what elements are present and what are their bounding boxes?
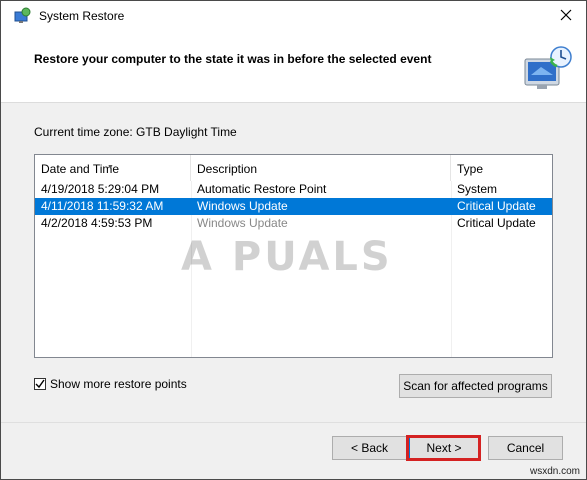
close-icon — [560, 9, 572, 24]
window-title: System Restore — [39, 9, 125, 23]
scan-affected-programs-button[interactable]: Scan for affected programs — [399, 374, 552, 398]
title-bar: System Restore — [1, 1, 586, 31]
next-highlight-box — [406, 435, 481, 461]
show-more-label: Show more restore points — [50, 377, 187, 391]
column-type-label: Type — [457, 162, 484, 176]
checkbox-box[interactable] — [34, 378, 46, 390]
back-button[interactable]: < Back — [332, 436, 407, 460]
site-watermark: wsxdn.com — [529, 466, 580, 477]
row-description: Automatic Restore Point — [197, 182, 327, 196]
column-type[interactable]: Type — [451, 155, 552, 181]
column-date-time[interactable]: Date and Time ▼ — [35, 155, 191, 181]
footer-divider — [1, 422, 586, 423]
wizard-header: Restore your computer to the state it wa… — [1, 31, 586, 103]
row-date: 4/19/2018 5:29:04 PM — [41, 182, 160, 196]
checkmark-icon — [35, 379, 45, 389]
appuals-watermark: A PUALS — [181, 234, 393, 280]
table-row[interactable]: 4/11/2018 11:59:32 AM Windows Update Cri… — [35, 198, 552, 215]
show-more-restore-points-checkbox[interactable]: Show more restore points — [34, 377, 187, 391]
row-type: System — [457, 182, 498, 196]
row-description: Windows Update — [197, 199, 288, 213]
timezone-label: Current time zone: GTB Daylight Time — [34, 125, 237, 139]
row-type: Critical Update — [457, 216, 536, 230]
row-type: Critical Update — [457, 199, 536, 213]
table-row[interactable]: 4/2/2018 4:59:53 PM Windows Update Criti… — [35, 215, 552, 232]
system-restore-window: System Restore Restore your computer to … — [0, 0, 587, 480]
restore-monitor-icon — [523, 45, 573, 93]
cancel-button[interactable]: Cancel — [488, 436, 563, 460]
sort-arrow-icon: ▼ — [107, 164, 114, 171]
close-button[interactable] — [554, 5, 578, 27]
instruction-heading: Restore your computer to the state it wa… — [34, 52, 432, 66]
column-description-label: Description — [197, 162, 258, 176]
system-restore-icon — [13, 7, 31, 25]
row-date: 4/11/2018 11:59:32 AM — [41, 199, 164, 213]
column-description[interactable]: Description — [191, 155, 451, 181]
row-description: Windows Update — [197, 216, 288, 230]
table-header: Date and Time ▼ Description Type — [35, 155, 552, 181]
row-date: 4/2/2018 4:59:53 PM — [41, 216, 153, 230]
table-row[interactable]: 4/19/2018 5:29:04 PM Automatic Restore P… — [35, 181, 552, 198]
